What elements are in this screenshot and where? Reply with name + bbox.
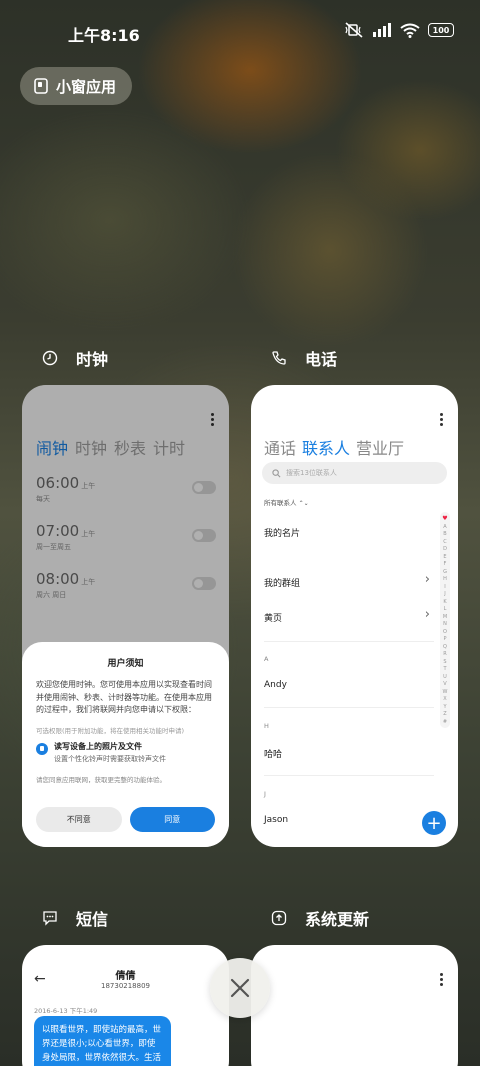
index-letter[interactable]: M xyxy=(443,614,447,620)
index-letter[interactable]: A xyxy=(443,524,446,530)
phone-app-header[interactable]: 电话 xyxy=(271,346,337,370)
permission-item: 读写设备上的照片及文件 设置个性化铃声时需要获取铃声文件 xyxy=(36,741,215,764)
update-app-header[interactable]: 系统更新 xyxy=(271,906,369,930)
chevron-right-icon: › xyxy=(424,572,430,587)
index-letter[interactable]: Q xyxy=(443,644,447,650)
user-notice-dialog: 用户须知 欢迎您使用时钟。您可使用本应用以实现查看时间并使用闹钟、秒表、计时器等… xyxy=(22,642,229,847)
clock-app-card[interactable]: 闹钟 时钟 秒表 计时 06:00 上午 每天 07:00 上午 周一至周五 08:… xyxy=(22,385,229,847)
index-letter[interactable]: X xyxy=(443,696,446,702)
index-letter[interactable]: D xyxy=(443,546,447,552)
status-bar: 上午8:16 100 xyxy=(0,0,480,64)
sort-chevron-icon: ⌃⌄ xyxy=(298,500,309,507)
tab-contacts[interactable]: 联系人 xyxy=(302,435,350,459)
permission-desc: 设置个性化铃声时需要获取铃声文件 xyxy=(54,754,166,763)
favorites-heart-icon[interactable]: ♥ xyxy=(442,515,447,522)
search-placeholder: 搜索13位联系人 xyxy=(286,469,337,477)
clear-all-button[interactable] xyxy=(210,958,270,1018)
message-icon xyxy=(43,911,57,926)
index-letter[interactable]: O xyxy=(443,629,447,635)
more-menu-icon[interactable] xyxy=(440,973,444,986)
index-letter[interactable]: U xyxy=(443,674,447,680)
messages-app-header[interactable]: 短信 xyxy=(42,906,108,930)
index-letter[interactable]: Z xyxy=(443,711,446,717)
index-letter[interactable]: H xyxy=(443,576,447,582)
index-letter[interactable]: T xyxy=(443,666,446,672)
dialog-network-hint: 请您同意应用联网，获取更完整的功能体验。 xyxy=(36,775,166,784)
tab-calls[interactable]: 通话 xyxy=(264,435,296,459)
update-app-card[interactable] xyxy=(251,945,458,1066)
yellow-pages-item[interactable]: 黄页 xyxy=(264,611,282,624)
conversation-contact-number: 18730218809 xyxy=(101,982,150,990)
messages-app-name: 短信 xyxy=(76,910,109,929)
index-letter[interactable]: S xyxy=(443,659,446,665)
index-letter[interactable]: E xyxy=(443,554,446,560)
message-timestamp: 2016-6-13 下午1:49 xyxy=(34,1007,98,1015)
phone-tabs: 通话 联系人 营业厅 xyxy=(264,435,404,459)
index-letter[interactable]: C xyxy=(443,539,447,545)
index-letter[interactable]: B xyxy=(443,531,446,537)
index-letter[interactable]: V xyxy=(443,681,446,687)
deny-button[interactable]: 不同意 xyxy=(36,807,122,832)
permission-title: 读写设备上的照片及文件 xyxy=(54,741,142,751)
floating-window-icon xyxy=(34,78,48,94)
index-letter[interactable]: K xyxy=(443,599,446,605)
clock-icon xyxy=(42,350,58,366)
update-app-name: 系统更新 xyxy=(305,910,370,929)
alphabet-index[interactable]: ♥ A B C D E F G H I J K L M N O P Q R S T U V W X Y Z # xyxy=(440,512,450,728)
signal-icon xyxy=(373,23,391,37)
floating-window-button[interactable]: 小窗应用 xyxy=(20,67,132,105)
my-groups-item[interactable]: 我的群组 xyxy=(264,576,300,589)
phone-app-name: 电话 xyxy=(305,350,338,369)
divider xyxy=(264,707,434,708)
index-letter[interactable]: J xyxy=(444,591,445,597)
contact-item[interactable]: Jason xyxy=(264,815,288,825)
divider xyxy=(264,775,434,776)
index-letter[interactable]: N xyxy=(443,621,447,627)
section-letter: H xyxy=(264,722,269,730)
index-letter[interactable]: G xyxy=(443,569,447,575)
status-icons: 100 xyxy=(344,22,454,38)
section-letter: A xyxy=(264,655,269,663)
status-time: 上午8:16 xyxy=(68,26,140,45)
chevron-right-icon: › xyxy=(424,607,430,622)
conversation-contact-name: 倩倩 xyxy=(115,971,136,982)
phone-app-card[interactable]: 通话 联系人 营业厅 搜索13位联系人 所有联系人 ⌃⌄ 我的名片 我的群组 ›… xyxy=(251,385,458,847)
index-letter[interactable]: F xyxy=(444,561,447,567)
index-letter[interactable]: Y xyxy=(443,704,446,710)
index-letter[interactable]: I xyxy=(444,584,445,590)
divider xyxy=(264,641,434,642)
contact-item[interactable]: Andy xyxy=(264,680,287,690)
dialog-body: 欢迎您使用时钟。您可使用本应用以实现查看时间并使用闹钟、秒表、计时器等功能。在使… xyxy=(36,680,212,714)
close-icon xyxy=(230,978,250,998)
index-letter[interactable]: L xyxy=(444,606,447,612)
file-permission-icon xyxy=(36,742,48,755)
index-letter[interactable]: P xyxy=(443,636,446,642)
phone-icon xyxy=(272,351,286,365)
floating-window-label: 小窗应用 xyxy=(56,77,117,96)
contacts-search-input[interactable]: 搜索13位联系人 xyxy=(262,462,447,484)
tab-service-hall[interactable]: 营业厅 xyxy=(356,435,404,459)
dialog-optional-hint: 可选权限(用于附加功能，将在使用相关功能时申请) xyxy=(36,726,185,735)
section-letter: J xyxy=(264,790,266,798)
message-bubble[interactable]: 以眼看世界，即使站的最高，世界还是很小;以心看世界，即使身处局限，世界依然很大。… xyxy=(34,1016,171,1066)
clock-app-name: 时钟 xyxy=(76,350,109,369)
index-letter[interactable]: W xyxy=(443,689,448,695)
dialog-title: 用户须知 xyxy=(107,659,144,669)
system-update-icon xyxy=(271,910,287,926)
more-menu-icon[interactable] xyxy=(440,413,444,426)
contacts-filter[interactable]: 所有联系人 ⌃⌄ xyxy=(264,497,309,507)
clock-app-header[interactable]: 时钟 xyxy=(42,346,108,370)
dialog-buttons: 不同意 同意 xyxy=(36,807,215,832)
my-card-item[interactable]: 我的名片 xyxy=(264,526,300,539)
mute-vibrate-icon xyxy=(345,22,363,38)
add-contact-button[interactable]: + xyxy=(422,811,446,835)
agree-button[interactable]: 同意 xyxy=(129,807,215,832)
search-icon xyxy=(272,468,281,477)
contact-item[interactable]: 哈哈 xyxy=(264,747,282,760)
messages-app-card[interactable]: ← 倩倩 18730218809 2016-6-13 下午1:49 以眼看世界，… xyxy=(22,945,229,1066)
battery-icon: 100 xyxy=(428,23,454,37)
index-letter[interactable]: # xyxy=(443,719,447,725)
index-letter[interactable]: R xyxy=(443,651,446,657)
wifi-icon xyxy=(400,23,420,38)
